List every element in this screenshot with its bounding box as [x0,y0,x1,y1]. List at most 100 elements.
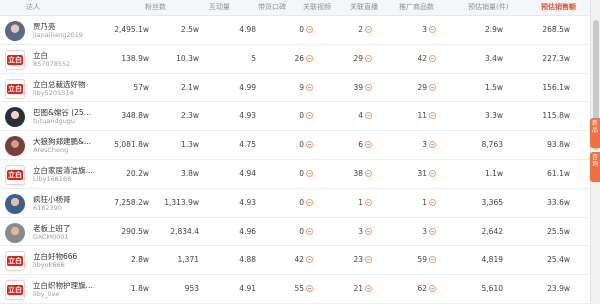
cell-est-sales: 4,819 [482,255,503,264]
detail-icon[interactable] [306,169,313,177]
header-est-sales[interactable]: 预估销量(件) [468,2,508,12]
avatar[interactable] [5,107,25,128]
avatar[interactable]: 立白 [5,164,25,185]
detail-icon[interactable] [365,256,372,264]
creator-ranking-table: 达人 粉丝数 互动量 带货口碑 关联视频 关联直播 推广商品数 预估销量(件) … [0,0,590,304]
table-row[interactable]: 疯狂小杨哥 6182390 7,258.2w 1,313.9w 4.93 0 1 1 3,365… [0,189,590,218]
header-lives[interactable]: 关联直播 [350,2,378,12]
detail-icon[interactable] [306,141,313,149]
header-fans[interactable]: 粉丝数 [145,2,166,12]
cell-value: 55 [294,284,304,294]
detail-icon[interactable] [429,83,436,91]
cell-est-sales: 2,642 [482,227,503,236]
cell-value: 29 [353,53,363,63]
header-interactions[interactable]: 互动量 [209,2,230,12]
detail-icon[interactable] [365,112,372,120]
cell-value: 138.9w [121,53,149,63]
avatar[interactable]: 立白 [5,251,25,272]
detail-icon[interactable] [365,141,372,149]
cell-est-sales: 2.9w [485,25,503,34]
avatar[interactable] [5,21,25,41]
detail-icon[interactable] [365,227,372,235]
cell-rating: 4.94 [239,169,256,178]
table-row[interactable]: 老板上班了 DXCM0001 290.5w 2,834.4 4.96 0 3 3 2,642 25… [0,218,590,247]
cell-value: 57w [133,82,149,92]
cell-value: 3 [422,140,427,150]
detail-icon[interactable] [306,26,313,33]
detail-icon[interactable] [429,256,436,264]
brand-logo-text: 立白 [7,256,23,267]
detail-icon[interactable] [365,26,372,33]
cell-est-sales: 3.3w [485,111,503,120]
avatar[interactable] [5,136,25,157]
table-body: 贾乃亮 jianailiang2019 2,495.1w 2.5w 4.98 0 2 3 2.9… [0,16,590,304]
cell-value: 9 [299,82,304,92]
cell-value: 8,763 [481,140,503,150]
cell-value: 2.5w [180,25,199,34]
detail-icon[interactable] [365,54,372,62]
header-videos[interactable]: 关联视频 [303,2,331,12]
cell-value: 2,642 [481,226,503,236]
detail-icon[interactable] [429,169,436,177]
cell-fans: 290.5w [121,227,149,236]
table-row[interactable]: 立白 立白 857078552 138.9w 10.3w 5 26 29 42 3.4w 227.3… [0,45,590,74]
cell-interactions: 1,371 [178,255,199,264]
table-row[interactable]: 立白 立白总裁选好物 liby5201314 57w 2.1w 4.99 9 39 29 1.5w… [0,74,590,103]
detail-icon[interactable] [306,83,313,91]
brand-logo-text: 立白 [7,169,23,180]
detail-icon[interactable] [306,227,313,235]
detail-icon[interactable] [429,54,436,62]
table-row[interactable]: 大狼狗郑建鹏&... AresCheng 5,081.8w 1.3w 4.75 0 6 3 8,… [0,131,590,160]
detail-icon[interactable] [365,169,372,177]
header-products[interactable]: 推广商品数 [399,2,434,12]
avatar[interactable] [5,222,25,243]
avatar[interactable]: 立白 [5,78,25,99]
detail-icon[interactable] [306,198,313,206]
detail-icon[interactable] [365,285,372,293]
detail-icon[interactable] [365,198,372,206]
detail-icon[interactable] [306,112,313,120]
header-est-revenue[interactable]: 预估销售额 [541,2,576,12]
detail-icon[interactable] [429,112,436,120]
header-rating[interactable]: 带货口碑 [258,2,286,12]
table-row[interactable]: 立白 立白织物护理旗... liby_live 1.8w 953 4.91 55 21 62 5,… [0,275,590,304]
cell-videos: 9 [299,83,313,92]
table-row[interactable]: 巴图&嫦谷 (25... tutuandgugu 348.8w 2.3w 4.93 0 4 1… [0,102,590,132]
cell-interactions: 2.5w [181,25,199,34]
cell-value: 10.3w [176,53,199,63]
detail-icon[interactable] [429,198,436,206]
detail-icon[interactable] [429,227,436,235]
cell-rating: 4.99 [239,83,256,92]
cell-videos: 0 [299,227,313,236]
cell-value: 5 [251,53,256,63]
cell-videos: 0 [299,25,313,34]
cell-interactions: 953 [185,284,199,293]
side-tab-new[interactable]: 新品 [590,118,600,148]
detail-icon[interactable] [365,83,372,91]
avatar[interactable] [5,193,25,214]
cell-lives: 3 [358,227,372,236]
cell-est-revenue: 156.1w [542,83,570,92]
cell-value: 348.8w [121,111,149,121]
detail-icon[interactable] [429,141,436,149]
detail-icon[interactable] [306,256,313,264]
table-row[interactable]: 立白 立白家居清洁旗... Liby168168 20.2w 3.8w 4.94 0 38 31… [0,160,590,189]
avatar[interactable]: 立白 [5,49,25,70]
cell-value: 42 [417,53,427,63]
detail-icon[interactable] [429,26,436,33]
detail-icon[interactable] [429,285,436,293]
creator-uid: DXCM0001 [33,232,69,241]
cell-value: 2.1w [180,82,199,92]
table-row[interactable]: 贾乃亮 jianailiang2019 2,495.1w 2.5w 4.98 0 2 3 2.9… [0,16,590,45]
cell-value: 3 [422,25,427,34]
cell-value: 0 [299,226,304,236]
side-tab-consult[interactable]: 咨询 [590,152,600,182]
cell-est-revenue: 227.3w [542,54,570,63]
table-row[interactable]: 立白 立白好物666 libyok666 2.8w 1,371 4.88 42 23 59 4,8… [0,246,590,276]
detail-icon[interactable] [306,285,313,293]
detail-icon[interactable] [306,54,313,62]
avatar[interactable]: 立白 [5,280,25,301]
cell-value: 1.1w [484,168,503,178]
cell-lives: 21 [353,284,372,293]
cell-value: 0 [299,168,304,178]
